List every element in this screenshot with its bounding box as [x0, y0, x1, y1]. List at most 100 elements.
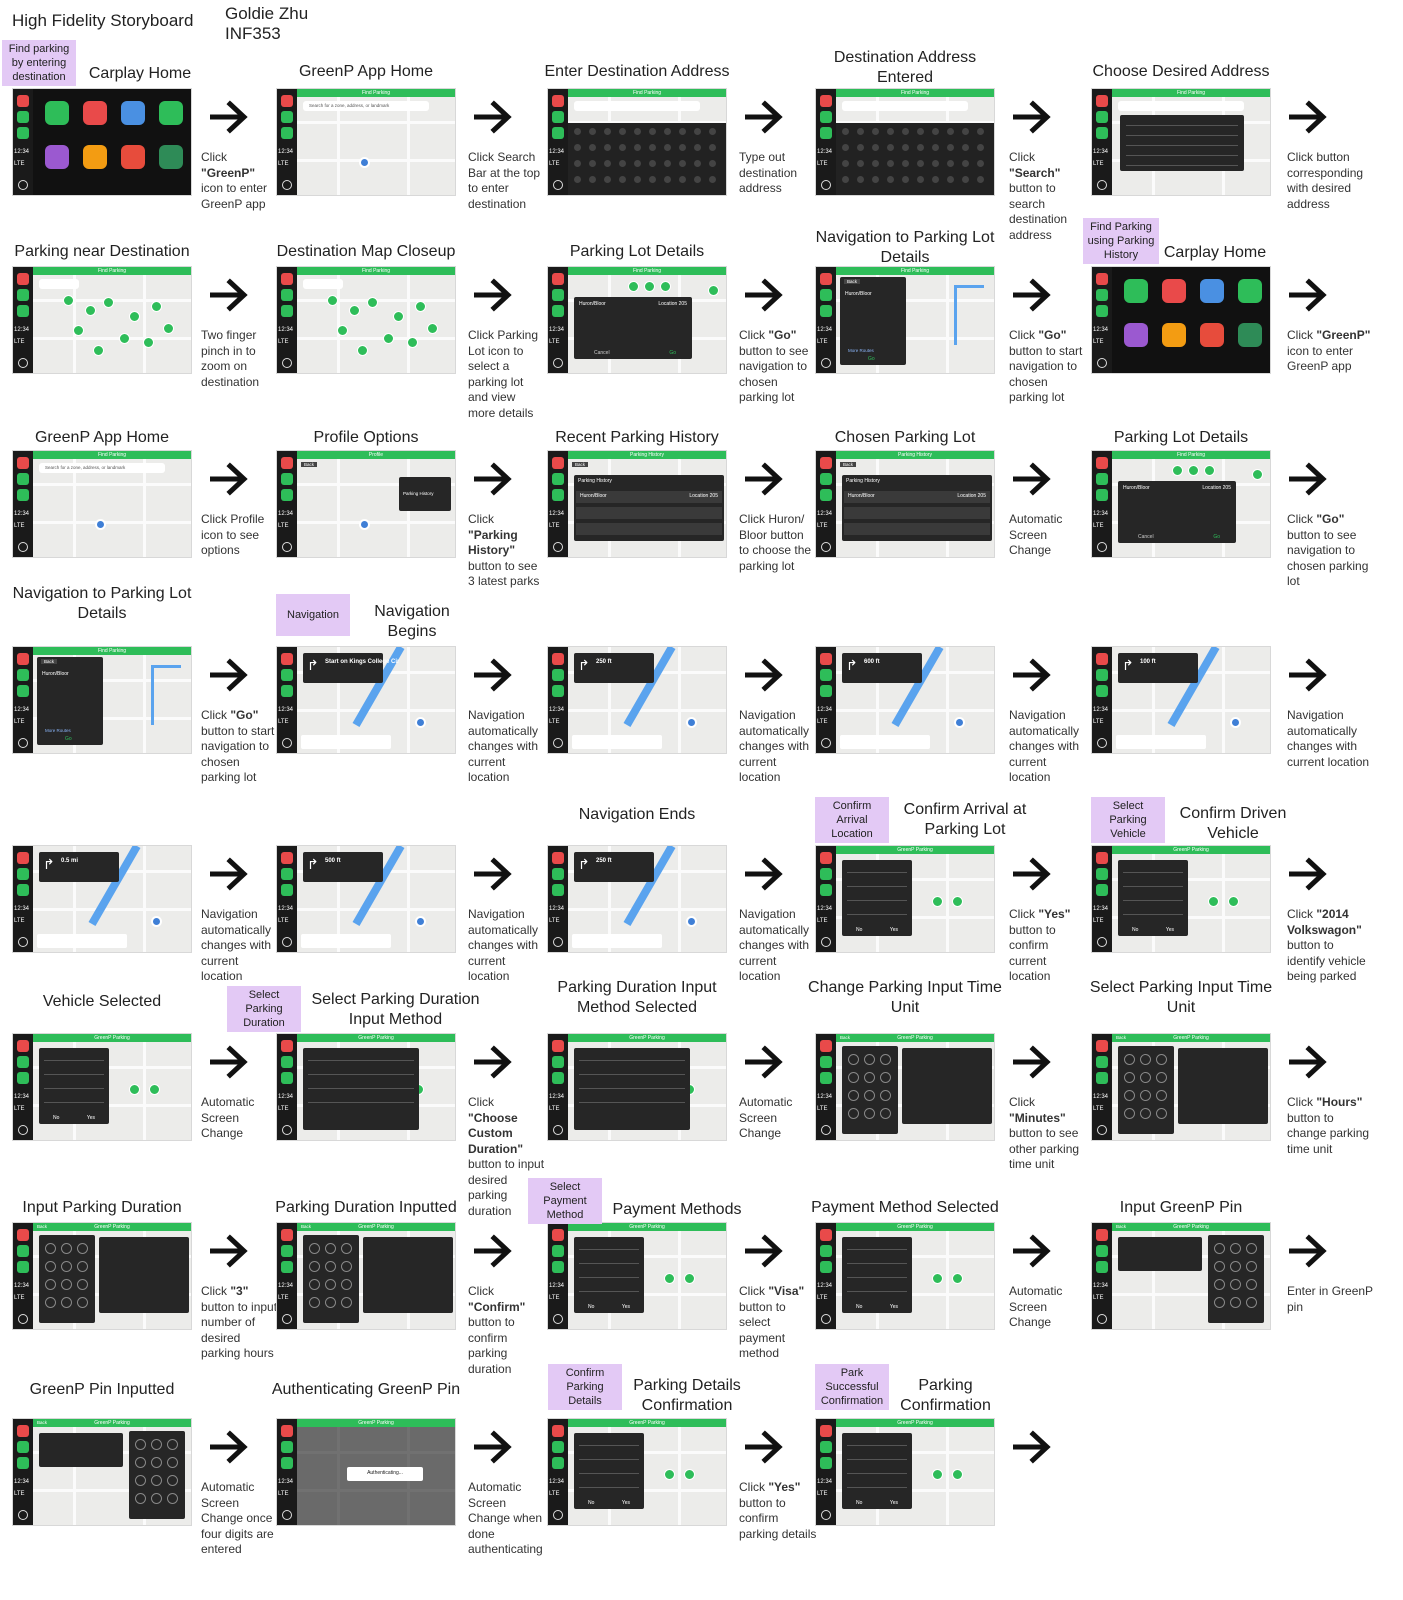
step-screen[interactable]: 12:34 LTE Find Parking Search for a zone, a…	[12, 450, 192, 558]
phone-icon[interactable]	[17, 1056, 29, 1068]
phone-icon[interactable]	[281, 1441, 293, 1453]
home-button[interactable]	[282, 1510, 292, 1520]
search-input[interactable]	[574, 101, 700, 111]
keyboard-key[interactable]	[917, 144, 924, 151]
keyboard-key[interactable]	[634, 160, 641, 167]
keyboard-key[interactable]	[634, 144, 641, 151]
home-button[interactable]	[18, 180, 28, 190]
home-button[interactable]	[553, 358, 563, 368]
history-row[interactable]	[844, 507, 990, 519]
music-icon[interactable]	[17, 852, 29, 864]
back-button[interactable]: Back	[301, 462, 318, 467]
home-button[interactable]	[18, 358, 28, 368]
parking-lot-pin-icon[interactable]	[664, 1273, 675, 1284]
no-button[interactable]: No	[856, 1304, 862, 1310]
phone-icon[interactable]	[17, 111, 29, 123]
keyboard-key[interactable]	[574, 176, 581, 183]
keypad-key[interactable]	[61, 1261, 72, 1272]
music-icon[interactable]	[17, 1040, 29, 1052]
home-button[interactable]	[18, 1510, 28, 1520]
phone-icon[interactable]	[552, 473, 564, 485]
keyboard-key[interactable]	[709, 128, 716, 135]
address-suggestions-list[interactable]	[1120, 115, 1244, 171]
step-screen[interactable]: 12:34 LTE GreenP Parking No Yes	[1091, 845, 1271, 953]
parking-lot-pin-icon[interactable]	[1228, 896, 1239, 907]
yes-button[interactable]: Yes	[87, 1115, 95, 1121]
phone-icon[interactable]	[820, 1056, 832, 1068]
parking-lot-pin-icon[interactable]	[393, 311, 404, 322]
home-button[interactable]	[1097, 937, 1107, 947]
step-screen[interactable]: 12:34 LTE GreenP Parking No Yes	[815, 845, 995, 953]
keyboard-key[interactable]	[842, 144, 849, 151]
keyboard-key[interactable]	[649, 160, 656, 167]
phone-icon[interactable]	[17, 1245, 29, 1257]
back-button[interactable]: Back	[844, 279, 861, 284]
keyboard-key[interactable]	[694, 176, 701, 183]
messages-icon[interactable]	[552, 884, 564, 896]
now-playing-app-icon[interactable]	[1200, 323, 1224, 347]
parking-rates-card[interactable]	[574, 1048, 690, 1130]
step-screen[interactable]: 12:34 LTE GreenP Parking Back	[1091, 1033, 1271, 1141]
step-screen[interactable]: 12:34 LTE	[1091, 266, 1271, 374]
keyboard-key[interactable]	[977, 160, 984, 167]
more-routes-button[interactable]: More Routes	[45, 728, 71, 733]
phone-icon[interactable]	[17, 669, 29, 681]
keypad-key[interactable]	[309, 1297, 320, 1308]
number-keypad[interactable]	[303, 1235, 359, 1323]
maps-app-icon[interactable]	[1200, 279, 1224, 303]
step-screen[interactable]: 12:34 LTE Find Parking	[12, 266, 192, 374]
messages-icon[interactable]	[820, 1072, 832, 1084]
music-icon[interactable]	[17, 1229, 29, 1241]
keypad-key[interactable]	[880, 1090, 891, 1101]
step-screen[interactable]: 12:34 LTE Find Parking Back Huron/Bloor More …	[815, 266, 995, 374]
suggestion-row[interactable]	[1126, 125, 1238, 126]
keyboard-key[interactable]	[619, 128, 626, 135]
confirmation-card[interactable]: No Yes	[574, 1237, 644, 1313]
number-keypad[interactable]	[842, 1046, 898, 1134]
number-keypad[interactable]	[39, 1235, 95, 1323]
messages-icon[interactable]	[820, 685, 832, 697]
keyboard-key[interactable]	[649, 128, 656, 135]
parking-lot-pin-icon[interactable]	[1204, 465, 1215, 476]
keypad-key[interactable]	[880, 1108, 891, 1119]
step-screen[interactable]: 12:34 LTE Find Parking Search for a zone, a…	[276, 88, 456, 196]
suggestion-row[interactable]	[1126, 135, 1238, 136]
music-icon[interactable]	[17, 1425, 29, 1437]
messages-icon[interactable]	[17, 489, 29, 501]
step-screen[interactable]: 12:34 LTE ↱ 500 ft	[276, 845, 456, 953]
music-icon[interactable]	[552, 852, 564, 864]
search-input[interactable]: Search for a zone, address, or landmark	[39, 463, 165, 473]
keypad-key[interactable]	[151, 1493, 162, 1504]
keypad-key[interactable]	[1124, 1072, 1135, 1083]
keyboard-key[interactable]	[947, 176, 954, 183]
music-icon[interactable]	[281, 95, 293, 107]
keyboard-key[interactable]	[709, 176, 716, 183]
phone-icon[interactable]	[820, 289, 832, 301]
maps-app-icon[interactable]	[121, 101, 145, 125]
keypad-key[interactable]	[864, 1090, 875, 1101]
keyboard-key[interactable]	[872, 176, 879, 183]
parking-lot-pin-icon[interactable]	[85, 305, 96, 316]
map-view[interactable]	[297, 275, 455, 373]
keypad-key[interactable]	[325, 1261, 336, 1272]
parking-lot-pin-icon[interactable]	[103, 297, 114, 308]
keyboard-key[interactable]	[902, 160, 909, 167]
messages-icon[interactable]	[281, 1457, 293, 1469]
phone-icon[interactable]	[17, 1441, 29, 1453]
home-button[interactable]	[821, 937, 831, 947]
no-button[interactable]: No	[588, 1500, 594, 1506]
parking-lot-pin-icon[interactable]	[952, 896, 963, 907]
step-screen[interactable]: 12:34 LTE Profile Back Parking History	[276, 450, 456, 558]
keyboard-key[interactable]	[962, 160, 969, 167]
keypad-key[interactable]	[341, 1243, 352, 1254]
number-keypad[interactable]	[1118, 1046, 1174, 1134]
step-screen[interactable]: 12:34 LTE ↱ 100 ft	[1091, 646, 1271, 754]
keyboard-key[interactable]	[932, 144, 939, 151]
keypad-key[interactable]	[135, 1475, 146, 1486]
keyboard-key[interactable]	[842, 160, 849, 167]
keypad-key[interactable]	[864, 1108, 875, 1119]
cancel-button[interactable]: Cancel	[1138, 534, 1154, 540]
back-button[interactable]: Back	[41, 659, 58, 664]
keypad-key[interactable]	[325, 1297, 336, 1308]
parking-history-list[interactable]: Parking History Huron/Bloor Location 205	[842, 475, 992, 541]
